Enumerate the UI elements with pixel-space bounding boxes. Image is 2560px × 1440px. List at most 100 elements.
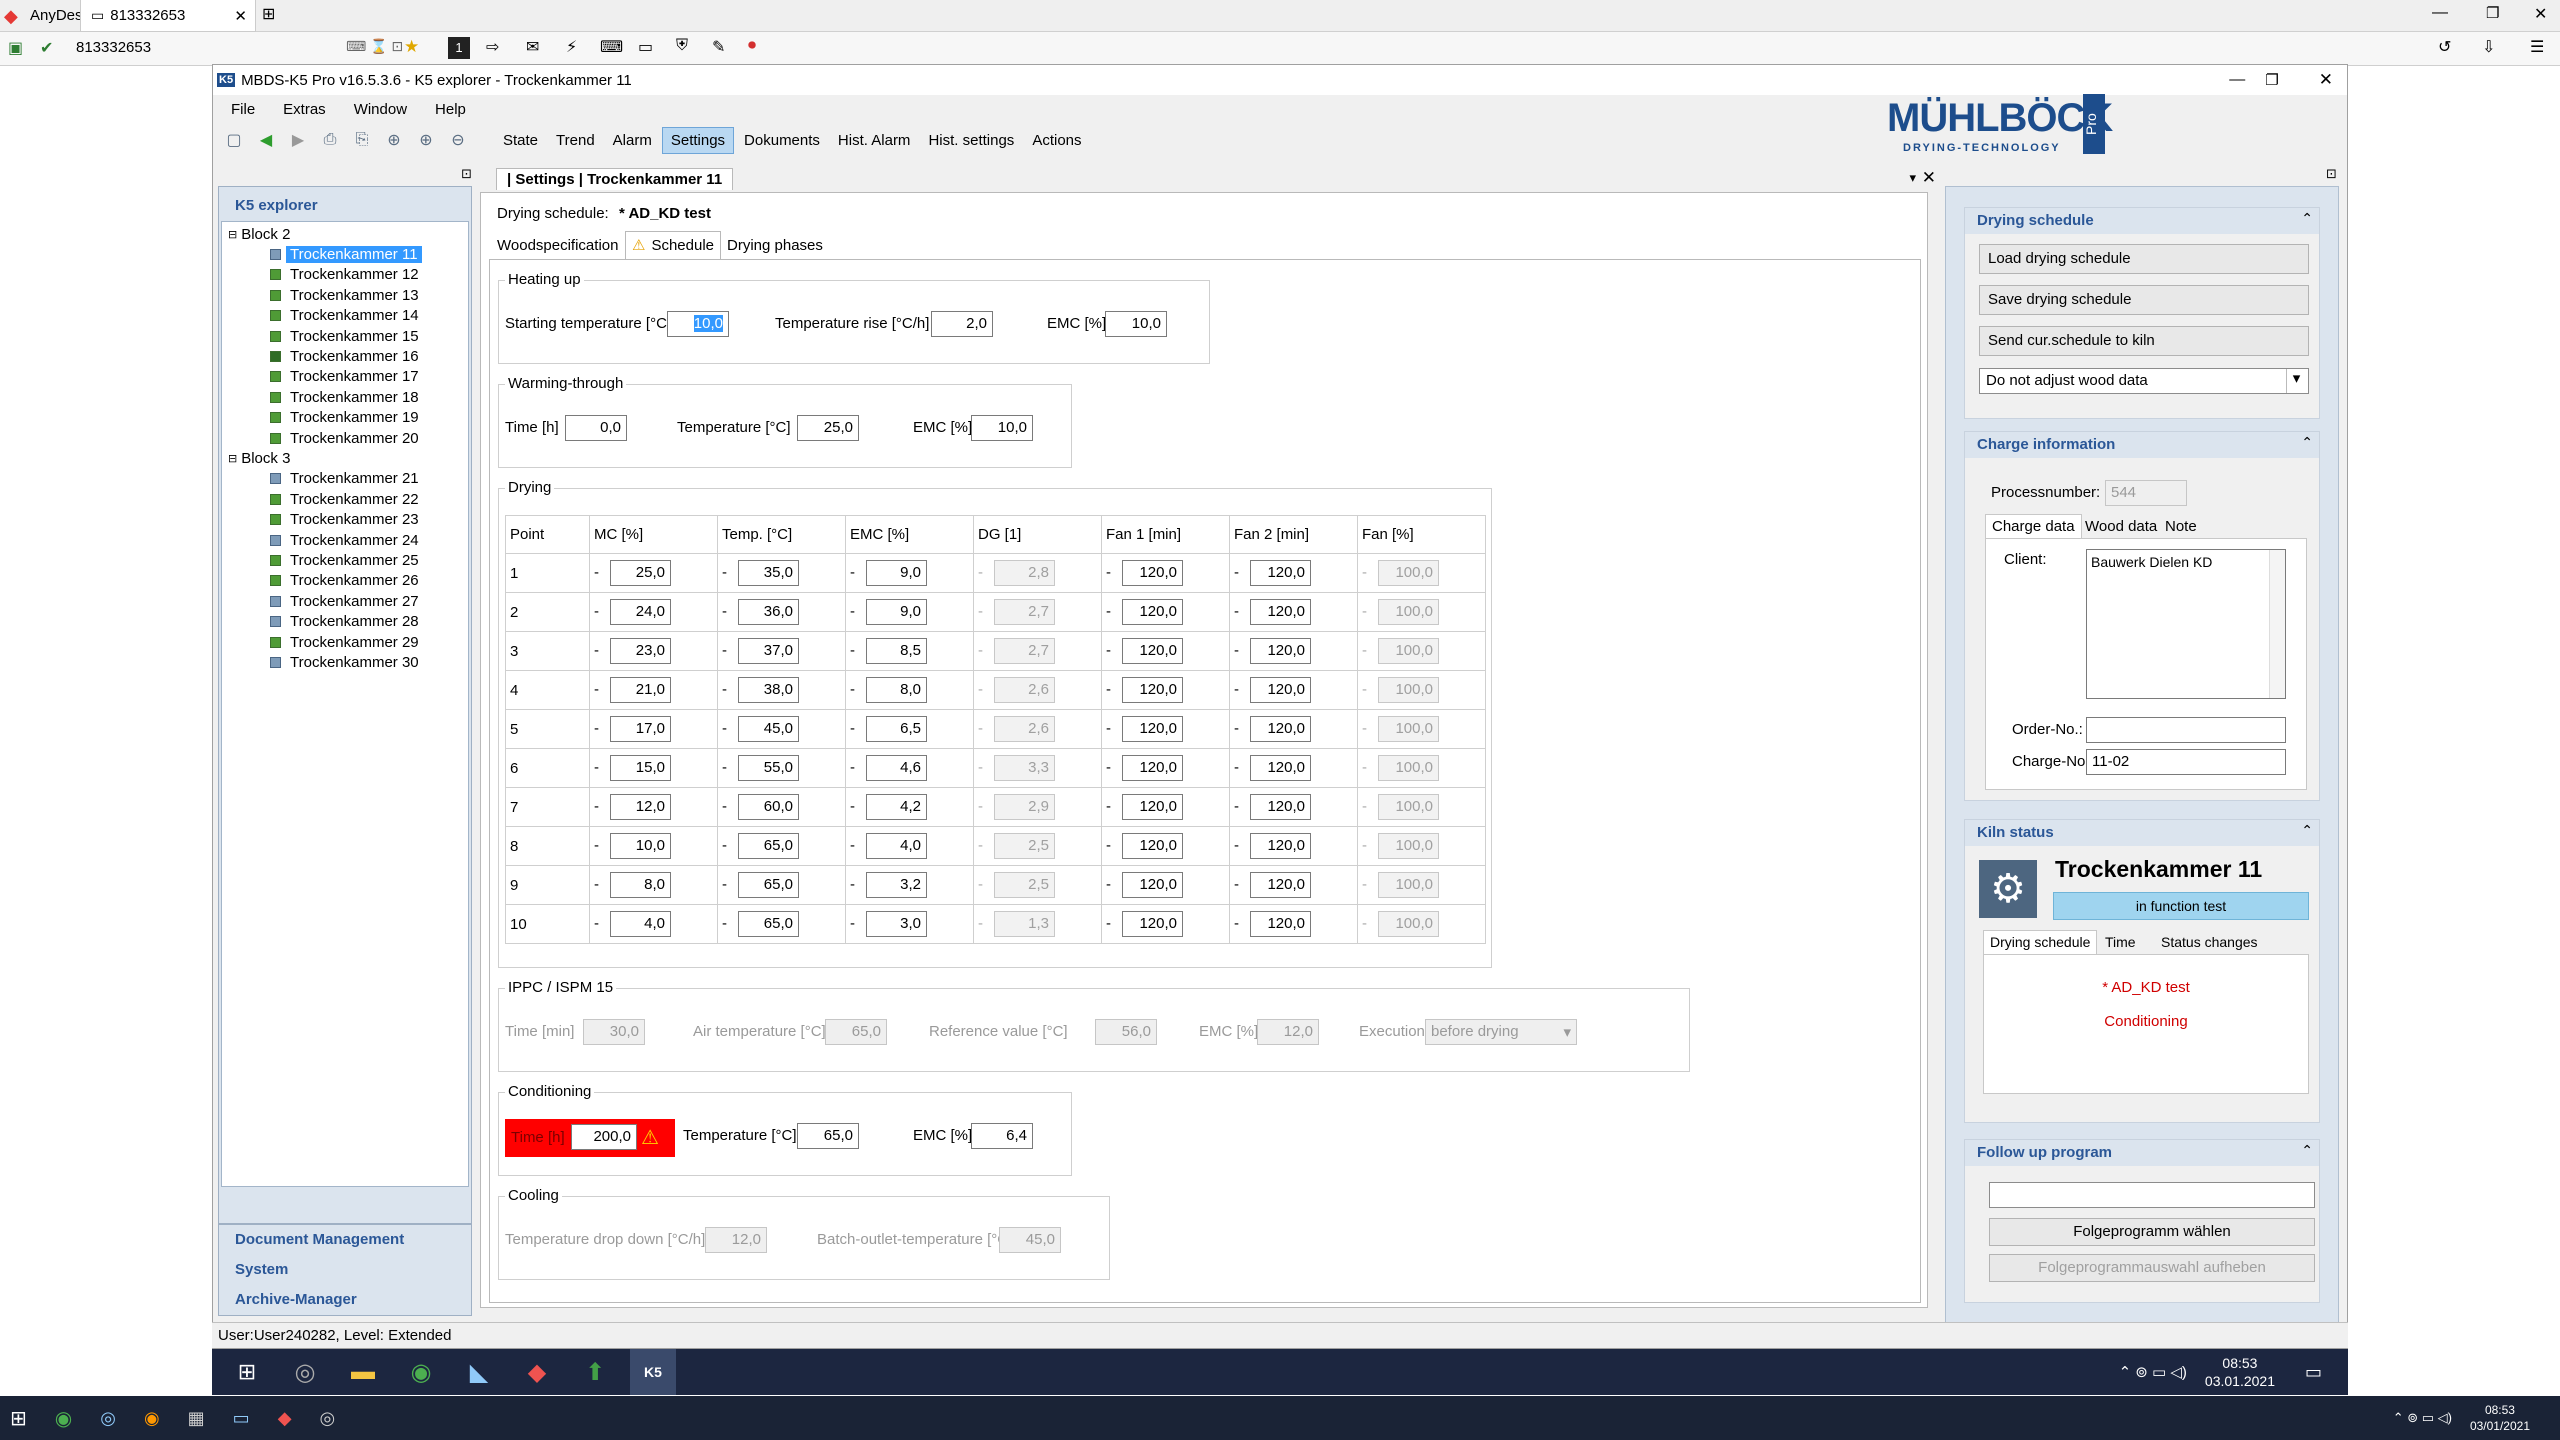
draw-icon[interactable]: ✎: [712, 37, 725, 57]
tray-icons[interactable]: ⌃ ⊚ ▭ ◁): [2119, 1363, 2187, 1381]
cell-input[interactable]: 120,0: [1122, 755, 1183, 781]
cell-input[interactable]: 120,0: [1250, 677, 1311, 703]
subtab-woodspecification[interactable]: Woodspecification: [497, 237, 618, 254]
tree-item-trockenkammer-29[interactable]: Trockenkammer 29: [228, 632, 464, 652]
cell-input[interactable]: 25,0: [610, 560, 671, 586]
print-icon[interactable]: ⎙: [319, 129, 341, 151]
warming-emc-input[interactable]: 10,0: [971, 415, 1033, 441]
tab-settings[interactable]: Settings: [661, 126, 735, 154]
tree-item-trockenkammer-28[interactable]: Trockenkammer 28: [228, 611, 464, 631]
start-temp-input[interactable]: 10,0: [667, 311, 729, 337]
local-app-icon[interactable]: ◎: [100, 1408, 116, 1429]
dropdown-arrow-icon[interactable]: ▾: [1909, 170, 1916, 186]
tree-item-trockenkammer-19[interactable]: Trockenkammer 19: [228, 408, 464, 428]
tree-group-block-2[interactable]: ⊟ Block 2: [228, 224, 464, 244]
cell-input[interactable]: 4,0: [866, 833, 927, 859]
collapse-icon[interactable]: ⌃: [2301, 822, 2313, 839]
cell-input[interactable]: 120,0: [1250, 872, 1311, 898]
zoom-icon[interactable]: ⊕: [383, 129, 405, 151]
cell-input[interactable]: 120,0: [1250, 560, 1311, 586]
link-document-management[interactable]: Document Management: [235, 1231, 404, 1248]
new-document-icon[interactable]: ▢: [223, 129, 245, 151]
favorite-star-icon[interactable]: ★: [404, 37, 419, 57]
choose-follow-program-button[interactable]: Folgeprogramm wählen: [1989, 1218, 2315, 1246]
cell-input[interactable]: 24,0: [610, 599, 671, 625]
cell-input[interactable]: 120,0: [1250, 755, 1311, 781]
keyboard-icon[interactable]: ⌨: [600, 37, 623, 57]
tree-group-block-3[interactable]: ⊟ Block 3: [228, 448, 464, 468]
tab-wood-data[interactable]: Wood data: [2085, 518, 2157, 535]
cell-input[interactable]: 21,0: [610, 677, 671, 703]
cell-input[interactable]: 4,0: [610, 911, 671, 937]
pin-icon[interactable]: ⊡: [461, 166, 472, 182]
close-tab-icon[interactable]: ✕: [234, 7, 247, 25]
close-settings-icon[interactable]: ✕: [1922, 168, 1936, 188]
record-icon[interactable]: ⏺: [748, 37, 756, 55]
order-no-input[interactable]: [2086, 717, 2286, 743]
download-icon[interactable]: ⇩: [2482, 37, 2495, 57]
cell-input[interactable]: 15,0: [610, 755, 671, 781]
local-chrome-icon[interactable]: ◉: [55, 1406, 72, 1431]
cell-input[interactable]: 17,0: [610, 716, 671, 742]
cell-input[interactable]: 12,0: [610, 794, 671, 820]
cell-input[interactable]: 45,0: [738, 716, 799, 742]
tree-item-trockenkammer-16[interactable]: Trockenkammer 16: [228, 346, 464, 366]
session-tools-icon[interactable]: ⌨ ⌛ ⊡: [346, 38, 403, 55]
tree-item-trockenkammer-17[interactable]: Trockenkammer 17: [228, 367, 464, 387]
cell-input[interactable]: 120,0: [1122, 716, 1183, 742]
tab-dokuments[interactable]: Dokuments: [736, 128, 828, 153]
charge-no-input[interactable]: 11-02: [2086, 749, 2286, 775]
tab-kiln-time[interactable]: Time: [2105, 934, 2136, 950]
heating-emc-input[interactable]: 10,0: [1105, 311, 1167, 337]
forward-icon[interactable]: ▶: [287, 129, 309, 151]
tree-item-trockenkammer-30[interactable]: Trockenkammer 30: [228, 652, 464, 672]
link-system[interactable]: System: [235, 1261, 288, 1278]
follow-up-input[interactable]: [1989, 1182, 2315, 1208]
tab-actions[interactable]: Actions: [1024, 128, 1089, 153]
history-icon[interactable]: ↺: [2438, 37, 2451, 57]
close-window-icon[interactable]: ✕: [2534, 4, 2547, 24]
cell-input[interactable]: 36,0: [738, 599, 799, 625]
display-icon[interactable]: ▭: [638, 37, 653, 57]
taskbar-app-icon[interactable]: ◎: [282, 1349, 328, 1395]
temp-rise-input[interactable]: 2,0: [931, 311, 993, 337]
anydesk-session-tab[interactable]: ▭ 813332653 ✕: [80, 0, 256, 32]
tab-hist-alarm[interactable]: Hist. Alarm: [830, 128, 919, 153]
warming-temp-input[interactable]: 25,0: [797, 415, 859, 441]
tab-hist-settings[interactable]: Hist. settings: [920, 128, 1022, 153]
tree-item-trockenkammer-24[interactable]: Trockenkammer 24: [228, 530, 464, 550]
cell-input[interactable]: 120,0: [1122, 677, 1183, 703]
firefox-icon[interactable]: ◉: [144, 1408, 160, 1429]
warming-time-input[interactable]: 0,0: [565, 415, 627, 441]
cell-input[interactable]: 35,0: [738, 560, 799, 586]
tab-note[interactable]: Note: [2165, 518, 2197, 535]
permissions-icon[interactable]: ⛨: [676, 37, 688, 55]
tab-trend[interactable]: Trend: [548, 128, 603, 153]
conditioning-emc-input[interactable]: 6,4: [971, 1123, 1033, 1149]
tree-item-trockenkammer-20[interactable]: Trockenkammer 20: [228, 428, 464, 448]
cell-input[interactable]: 6,5: [866, 716, 927, 742]
tree-item-trockenkammer-12[interactable]: Trockenkammer 12: [228, 265, 464, 285]
menu-extras[interactable]: Extras: [283, 101, 326, 118]
tab-alarm[interactable]: Alarm: [605, 128, 660, 153]
cell-input[interactable]: 120,0: [1250, 794, 1311, 820]
tree-item-trockenkammer-18[interactable]: Trockenkammer 18: [228, 387, 464, 407]
cell-input[interactable]: 65,0: [738, 911, 799, 937]
cell-input[interactable]: 65,0: [738, 833, 799, 859]
local-start-icon[interactable]: ⊞: [10, 1406, 27, 1431]
cell-input[interactable]: 120,0: [1250, 638, 1311, 664]
maximize-window-icon[interactable]: ❐: [2486, 4, 2499, 22]
notification-icon[interactable]: ▭: [2305, 1362, 2322, 1383]
cell-input[interactable]: 120,0: [1250, 599, 1311, 625]
tab-kiln-status-changes[interactable]: Status changes: [2161, 934, 2258, 950]
load-drying-schedule-button[interactable]: Load drying schedule: [1979, 244, 2309, 274]
cell-input[interactable]: 120,0: [1122, 872, 1183, 898]
cell-input[interactable]: 120,0: [1122, 599, 1183, 625]
local-calculator-icon[interactable]: ▦: [188, 1408, 205, 1429]
cell-input[interactable]: 120,0: [1122, 911, 1183, 937]
cell-input[interactable]: 3,0: [866, 911, 927, 937]
settings-doc-tab[interactable]: | Settings | Trockenkammer 11: [496, 168, 734, 190]
cell-input[interactable]: 8,0: [610, 872, 671, 898]
cell-input[interactable]: 120,0: [1122, 560, 1183, 586]
print-preview-icon[interactable]: ⎘: [351, 129, 373, 151]
